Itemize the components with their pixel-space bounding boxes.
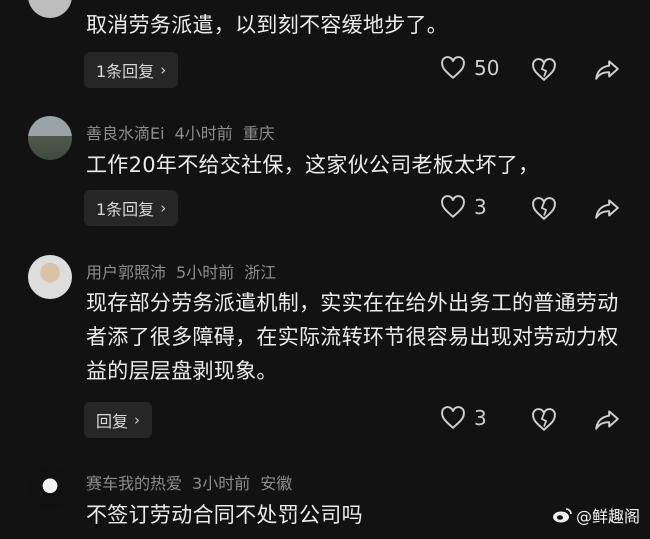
like-count: 3 xyxy=(474,195,487,219)
weibo-logo-icon xyxy=(552,508,572,523)
timestamp: 5小时前 xyxy=(176,263,235,282)
chevron-right-icon: › xyxy=(160,61,167,79)
dislike-button[interactable] xyxy=(528,193,560,225)
reply-label: 1条回复 xyxy=(96,62,155,81)
comment-text: 不签订劳动合同不处罚公司吗 xyxy=(86,503,363,527)
heart-outline-icon xyxy=(441,406,465,430)
avatar[interactable] xyxy=(28,116,72,160)
share-arrow-icon xyxy=(595,60,619,80)
reply-button[interactable]: 回复 › xyxy=(84,402,153,438)
share-button[interactable] xyxy=(591,404,623,436)
view-replies-button[interactable]: 1条回复 › xyxy=(84,190,179,226)
username[interactable]: 善良水滴Ei xyxy=(86,124,165,143)
comment-text: 现存部分劳务派遣机制，实实在在给外出务工的普通劳动者添了很多障碍，在实际流转环节… xyxy=(86,291,619,383)
weibo-watermark: @鲜趣阁 xyxy=(552,503,640,527)
location: 重庆 xyxy=(242,124,275,143)
broken-heart-icon xyxy=(532,58,556,82)
avatar[interactable] xyxy=(28,0,72,18)
like-button[interactable]: 3 xyxy=(440,195,487,219)
comment-text: 取消劳务派遣，以到刻不容缓地步了。 xyxy=(86,13,449,37)
share-button[interactable] xyxy=(591,193,623,225)
like-button[interactable]: 50 xyxy=(440,56,499,80)
chevron-right-icon: › xyxy=(160,199,167,217)
dislike-button[interactable] xyxy=(528,54,560,86)
location: 安徽 xyxy=(260,474,293,493)
broken-heart-icon xyxy=(532,408,556,432)
username[interactable]: 赛车我的热爱 xyxy=(86,474,182,493)
comment-meta: 善良水滴Ei 4小时前 重庆 xyxy=(86,120,285,144)
avatar[interactable] xyxy=(28,466,72,510)
chevron-right-icon: › xyxy=(134,411,141,429)
comment-meta: 赛车我的热爱 3小时前 安徽 xyxy=(86,470,302,494)
timestamp: 3小时前 xyxy=(192,474,251,493)
comment-text: 工作20年不给交社保，这家伙公司老板太坏了， xyxy=(86,153,540,177)
share-button[interactable] xyxy=(591,54,623,86)
watermark-text: @鲜趣阁 xyxy=(575,507,640,526)
like-count: 3 xyxy=(474,406,487,430)
avatar[interactable] xyxy=(28,255,72,299)
location: 浙江 xyxy=(244,263,277,282)
like-count: 50 xyxy=(474,56,500,80)
timestamp: 4小时前 xyxy=(174,124,233,143)
view-replies-button[interactable]: 1条回复 › xyxy=(84,52,179,88)
like-button[interactable]: 3 xyxy=(440,406,487,430)
reply-label: 回复 xyxy=(96,412,129,431)
dislike-button[interactable] xyxy=(528,404,560,436)
share-arrow-icon xyxy=(595,199,619,219)
username[interactable]: 用户郭照沛 xyxy=(86,263,166,282)
heart-outline-icon xyxy=(441,56,465,80)
reply-label: 1条回复 xyxy=(96,200,155,219)
share-arrow-icon xyxy=(595,410,619,430)
broken-heart-icon xyxy=(532,197,556,221)
heart-outline-icon xyxy=(441,195,465,219)
comment-meta: 用户郭照沛 5小时前 浙江 xyxy=(86,259,286,283)
